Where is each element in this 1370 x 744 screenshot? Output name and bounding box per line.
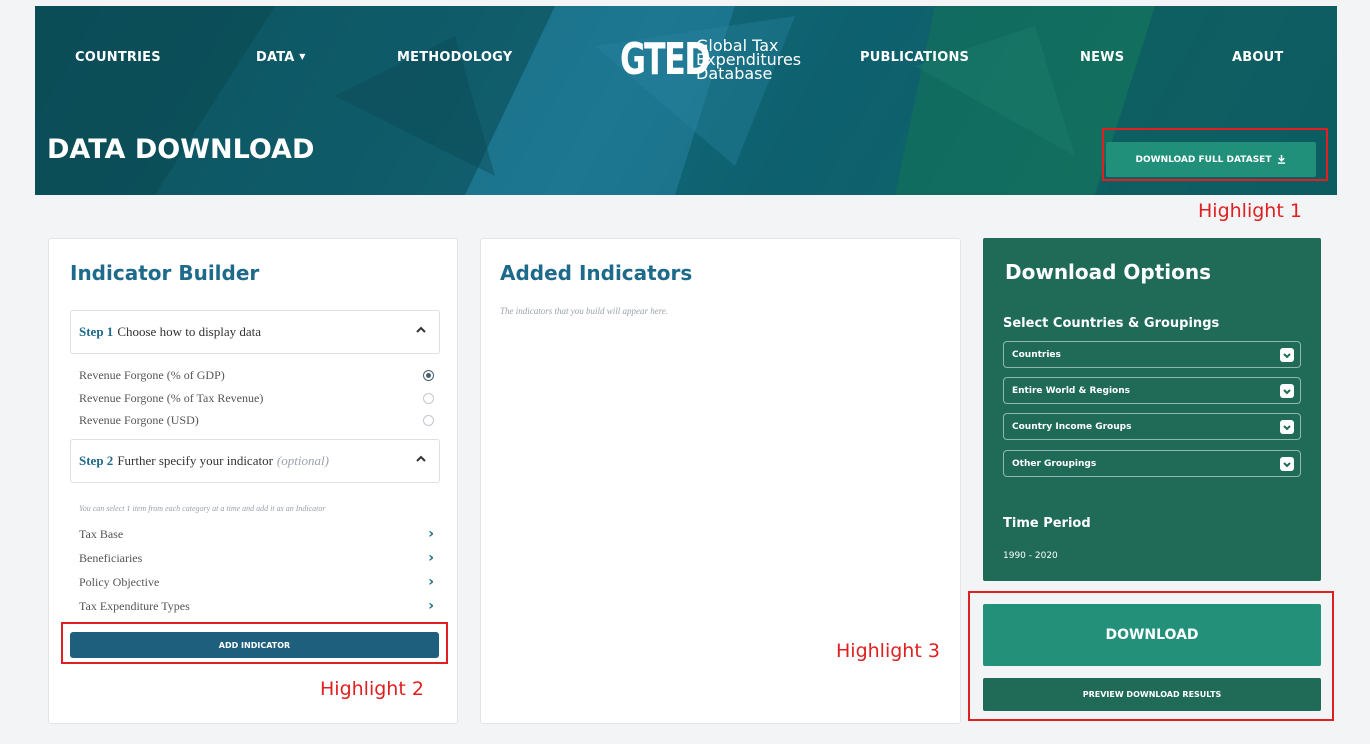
nav-publications[interactable]: PUBLICATIONS (860, 50, 969, 65)
chevron-right-icon: › (428, 574, 434, 590)
select-other-groupings[interactable]: Other Groupings (1003, 450, 1301, 477)
added-indicators-title: Added Indicators (500, 261, 693, 285)
time-period-heading: Time Period (1003, 516, 1091, 531)
select-world-regions[interactable]: Entire World & Regions (1003, 377, 1301, 404)
highlight-box-2 (61, 622, 448, 664)
radio-label: Revenue Forgone (USD) (79, 413, 199, 427)
radio-option-usd[interactable]: Revenue Forgone (USD) (79, 413, 434, 428)
category-tax-base[interactable]: Tax Base › (79, 526, 434, 542)
category-label: Tax Base (79, 526, 124, 541)
category-tax-expenditure-types[interactable]: Tax Expenditure Types › (79, 598, 434, 614)
select-income-groups[interactable]: Country Income Groups (1003, 413, 1301, 440)
select-label: Countries (1012, 349, 1061, 360)
page-title: DATA DOWNLOAD (47, 134, 315, 165)
radio-button[interactable] (423, 415, 434, 426)
category-label: Tax Expenditure Types (79, 598, 190, 613)
added-indicators-hint: The indicators that you build will appea… (500, 306, 669, 316)
logo-mark: GTED (620, 34, 711, 85)
chevron-down-icon (1280, 420, 1294, 434)
step-1-header[interactable]: Step 1 Choose how to display data (70, 310, 440, 354)
indicator-builder-title: Indicator Builder (70, 261, 260, 285)
time-period-value: 1990 - 2020 (1003, 551, 1058, 561)
caret-down-icon: ▼ (299, 52, 306, 61)
chevron-down-icon (1280, 348, 1294, 362)
select-label: Other Groupings (1012, 458, 1097, 469)
download-options-title: Download Options (1005, 260, 1212, 284)
category-beneficiaries[interactable]: Beneficiaries › (79, 550, 434, 566)
radio-button[interactable] (423, 393, 434, 404)
category-policy-objective[interactable]: Policy Objective › (79, 574, 434, 590)
step-1-text: Choose how to display data (117, 324, 262, 339)
step-2-header[interactable]: Step 2 Further specify your indicator (o… (70, 439, 440, 483)
nav-data-label: DATA (256, 50, 295, 65)
nav-data[interactable]: DATA ▼ (256, 50, 306, 65)
radio-button[interactable] (423, 370, 434, 381)
chevron-right-icon: › (428, 550, 434, 566)
step-1-number: Step 1 (79, 324, 114, 339)
category-label: Beneficiaries (79, 550, 143, 565)
download-options-panel: Download Options Select Countries & Grou… (983, 238, 1321, 581)
step-2-number: Step 2 (79, 453, 114, 468)
highlight-label-2: Highlight 2 (320, 678, 424, 700)
step-2-optional: (optional) (276, 453, 329, 468)
chevron-right-icon: › (428, 526, 434, 542)
select-countries[interactable]: Countries (1003, 341, 1301, 368)
chevron-up-icon (416, 326, 426, 333)
preview-download-results-button[interactable]: PREVIEW DOWNLOAD RESULTS (983, 678, 1321, 711)
radio-option-gdp[interactable]: Revenue Forgone (% of GDP) (79, 368, 434, 383)
radio-option-tax-revenue[interactable]: Revenue Forgone (% of Tax Revenue) (79, 391, 434, 406)
highlight-box-1 (1102, 128, 1328, 181)
select-label: Country Income Groups (1012, 421, 1132, 432)
nav-countries[interactable]: COUNTRIES (75, 50, 161, 65)
radio-label: Revenue Forgone (% of Tax Revenue) (79, 391, 264, 405)
nav-news[interactable]: NEWS (1080, 50, 1124, 65)
highlight-label-3: Highlight 3 (836, 640, 940, 662)
download-button[interactable]: DOWNLOAD (983, 604, 1321, 666)
logo-text: Global Tax Expenditures Database (696, 37, 801, 81)
select-label: Entire World & Regions (1012, 385, 1130, 396)
category-label: Policy Objective (79, 574, 160, 589)
logo[interactable]: GTED Global Tax Expenditures Database (620, 34, 801, 85)
chevron-right-icon: › (428, 598, 434, 614)
nav-methodology[interactable]: METHODOLOGY (397, 50, 512, 65)
chevron-up-icon (416, 455, 426, 462)
radio-label: Revenue Forgone (% of GDP) (79, 368, 225, 382)
step-2-text: Further specify your indicator (117, 453, 273, 468)
nav-about[interactable]: ABOUT (1232, 50, 1283, 65)
highlight-label-1: Highlight 1 (1198, 200, 1302, 222)
chevron-down-icon (1280, 457, 1294, 471)
chevron-down-icon (1280, 384, 1294, 398)
category-hint: You can select 1 item from each category… (79, 504, 326, 513)
countries-groupings-heading: Select Countries & Groupings (1003, 316, 1220, 331)
